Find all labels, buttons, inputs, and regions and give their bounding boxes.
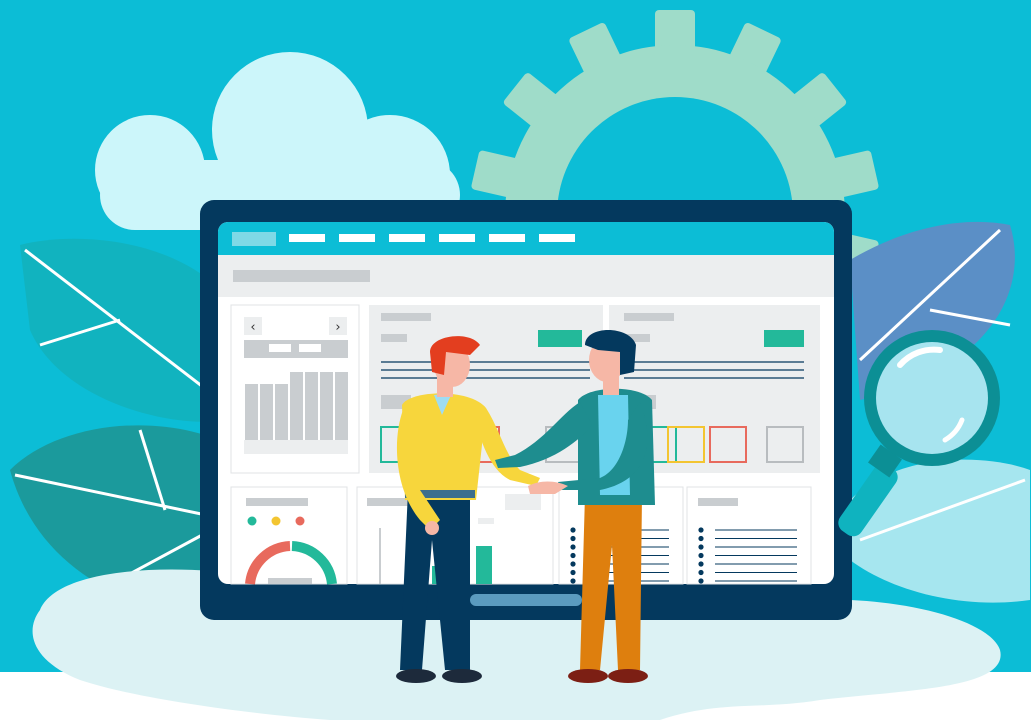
calendar-column: [335, 372, 348, 440]
list-bullet: [698, 535, 704, 542]
legend-dot: [271, 516, 281, 526]
nav-tab[interactable]: [389, 234, 425, 242]
calendar-column: [245, 384, 258, 440]
calendar-column: [260, 384, 273, 440]
nav-tab[interactable]: [439, 234, 475, 242]
donut-widget: [230, 486, 348, 585]
list-bullet: [570, 561, 576, 567]
chevron-right-icon: ›: [335, 320, 340, 335]
list-bullet: [698, 578, 704, 584]
nav-tab[interactable]: [339, 234, 375, 242]
chevron-left-icon: ‹: [250, 320, 255, 335]
list-bullet: [570, 544, 576, 550]
legend-dot: [247, 516, 257, 526]
list-bullet: [698, 552, 704, 559]
calendar-column: [290, 372, 303, 440]
calendar-column: [275, 384, 288, 440]
dashboard: ‹ ›: [218, 222, 834, 585]
monitor-stand-bar: [470, 594, 582, 606]
nav-tab[interactable]: [539, 234, 575, 242]
list-bullet: [698, 561, 704, 567]
list-bullet: [570, 552, 576, 559]
calendar-widget: ‹ ›: [230, 304, 360, 474]
legend-dot: [295, 516, 305, 526]
list-bullet: [698, 527, 704, 533]
list-bullet: [570, 535, 576, 542]
calendar-column: [305, 372, 318, 440]
nav-tab[interactable]: [289, 234, 325, 242]
list-bullet: [570, 578, 576, 584]
nav-logo-placeholder: [232, 232, 276, 246]
list-bullet: [698, 569, 704, 576]
nav-tab[interactable]: [489, 234, 525, 242]
page-title-placeholder: [233, 270, 370, 282]
calendar-column: [320, 372, 333, 440]
list-widget-2: [686, 486, 812, 585]
list-bullet: [570, 527, 576, 533]
list-bullet: [698, 544, 704, 550]
illustration-scene: ‹ ›: [0, 0, 1031, 728]
list-bullet: [570, 569, 576, 576]
